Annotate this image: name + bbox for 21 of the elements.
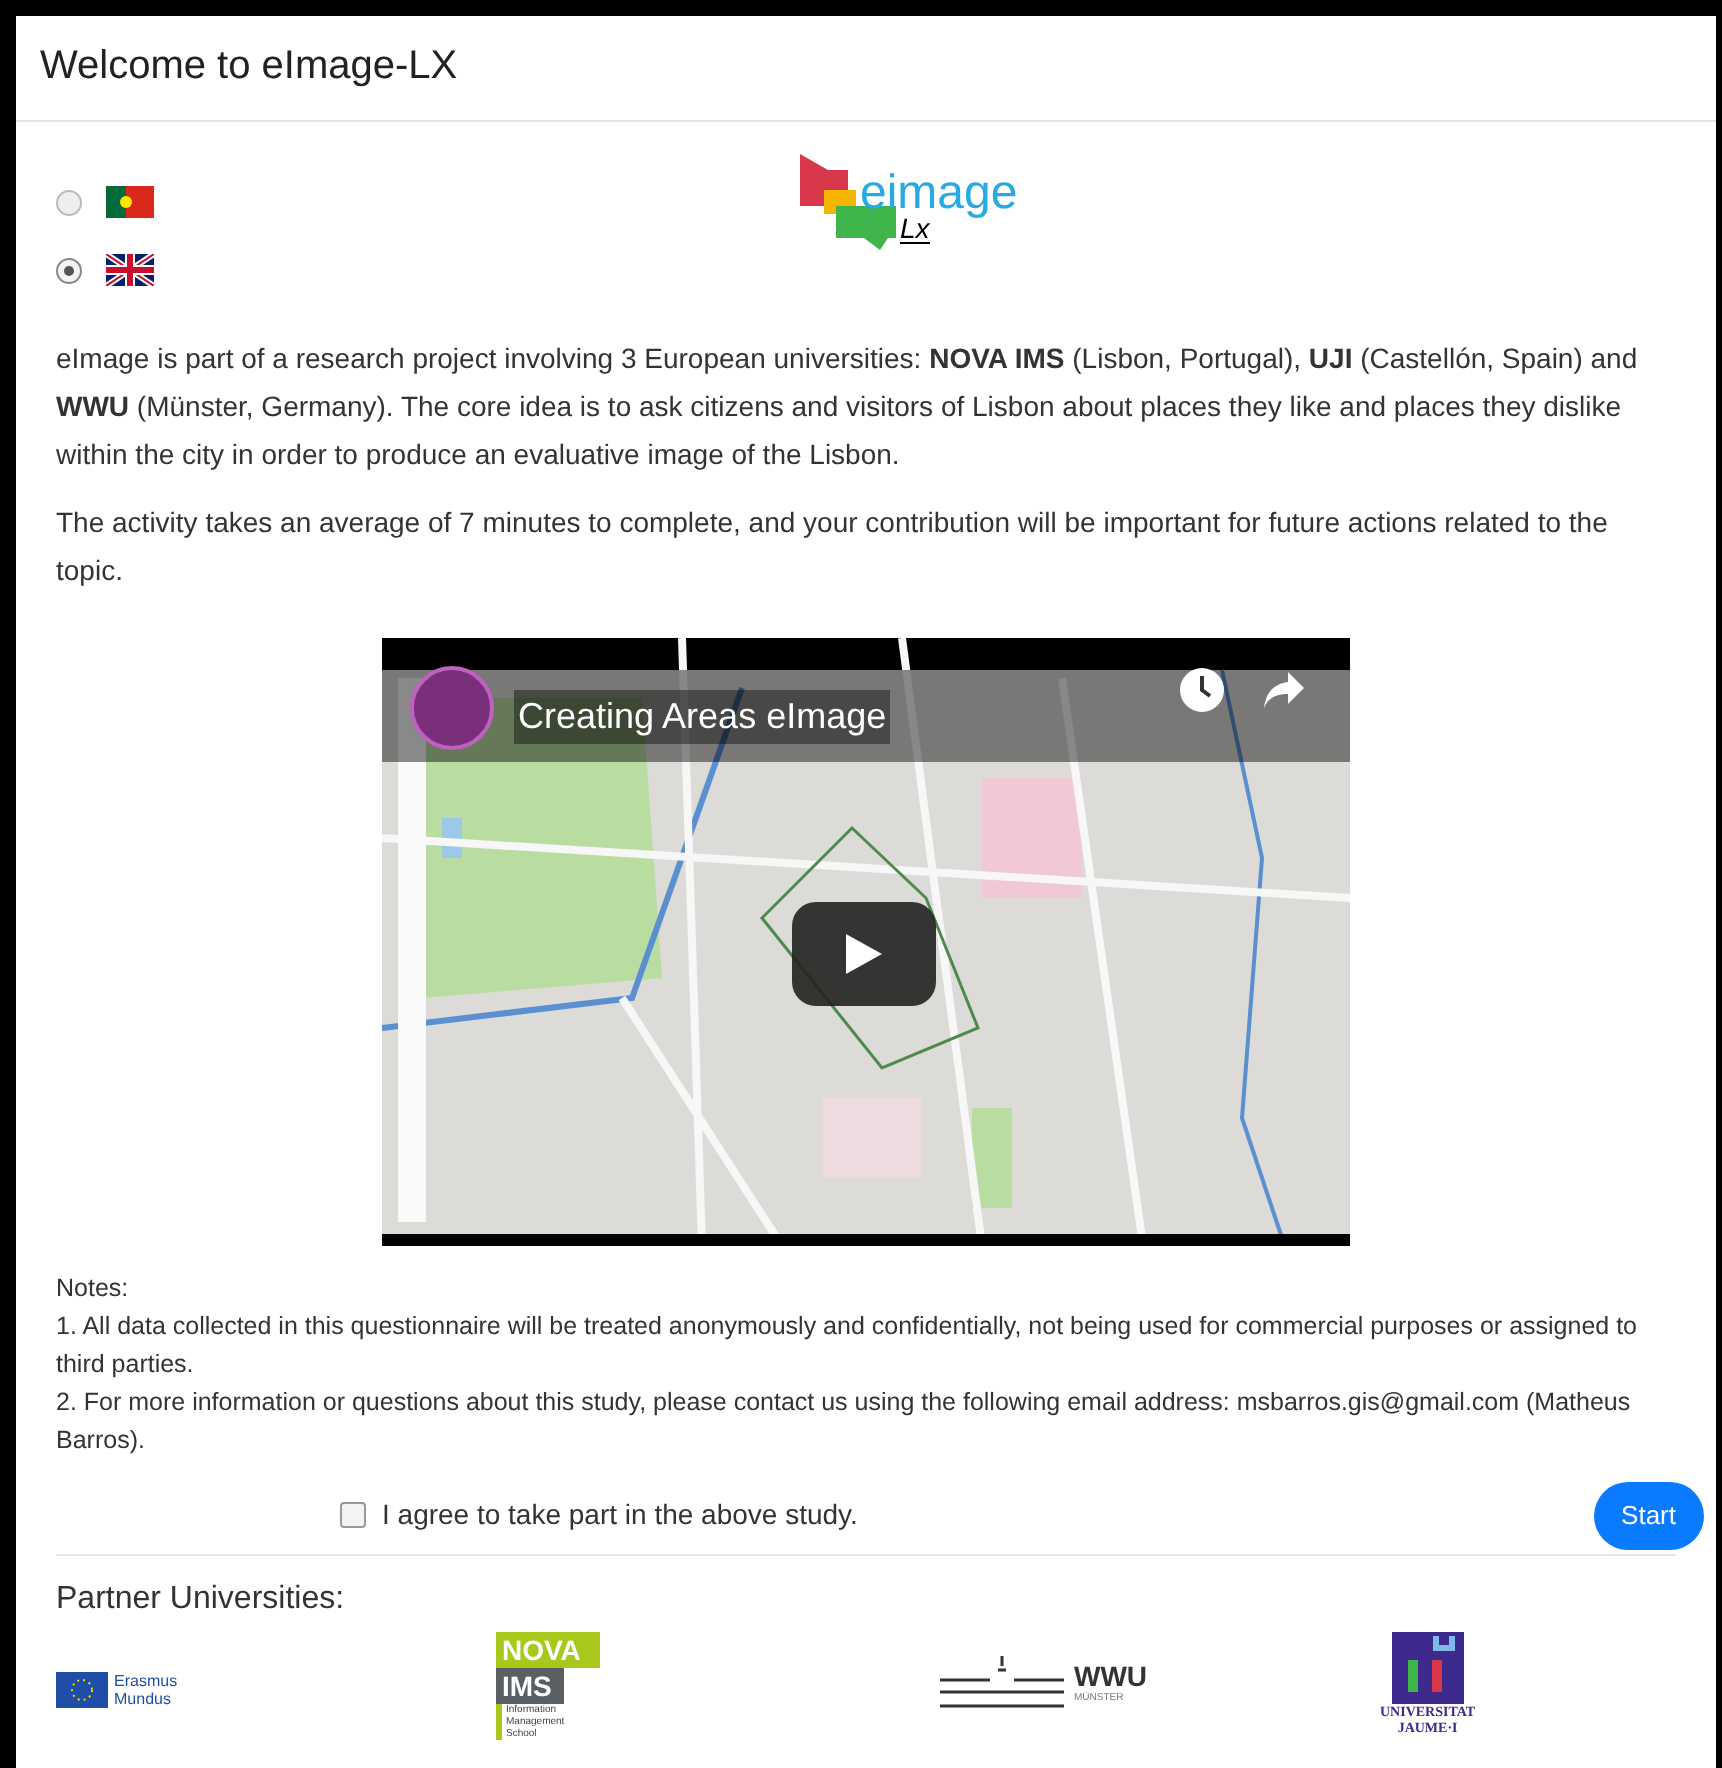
- consent-label: I agree to take part in the above study.: [382, 1496, 858, 1534]
- video-title[interactable]: Creating Areas eImage: [514, 690, 891, 744]
- play-button[interactable]: [792, 902, 936, 1006]
- consent-checkbox[interactable]: [340, 1502, 366, 1528]
- share-icon[interactable]: [1262, 670, 1306, 710]
- flag-icon: [106, 186, 154, 218]
- notes-heading: Notes:: [56, 1272, 131, 1306]
- eimage-logo: eimage Lx: [796, 150, 1036, 254]
- intro-paragraph: eImage is part of a research project involving 3 European universities: NOVA IMS (Lisbon, Portugal), UJI (Castellón, Spain) and WWU (Münster, Germany). The core idea is to ask citizens and visitors of Lisbon about places they like and places they dislike within the city in order to produce an evaluative image of the Lisbon.: [56, 340, 1640, 474]
- play-icon: [842, 930, 886, 978]
- start-button[interactable]: Start: [1593, 1481, 1704, 1549]
- language-radio[interactable]: [56, 189, 82, 215]
- flag-icon: [106, 254, 154, 286]
- partners-heading: Partner Universities:: [56, 1580, 347, 1620]
- note-text: 1. All data collected in this questionnaire will be treated anonymously and confidentially, not being used for commercial purposes or assigned to third parties.: [56, 1310, 1640, 1382]
- erasmus-mundus-logo: Erasmus Mundus: [56, 1672, 178, 1708]
- note-text: 2. For more information or questions about this study, please contact us using the following email address: msbarros.gis@gmail.com (Matheus Barros).: [56, 1386, 1633, 1458]
- language-radio[interactable]: [56, 257, 82, 283]
- clock-icon[interactable]: [1178, 666, 1226, 714]
- intro-paragraph: The activity takes an average of 7 minutes to complete, and your contribution will be important for future actions related to the topic.: [56, 504, 1610, 590]
- page-title: Welcome to eImage-LX: [40, 42, 460, 92]
